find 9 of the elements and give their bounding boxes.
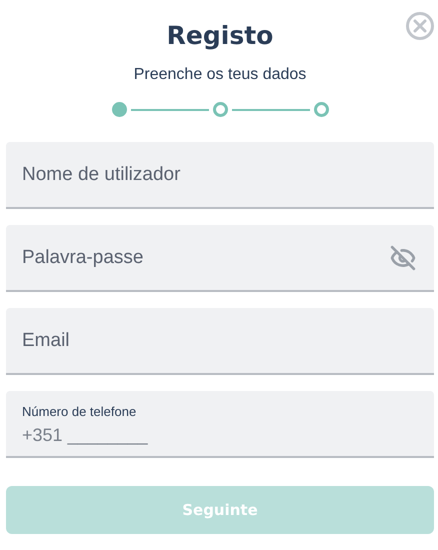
eye-off-icon[interactable]	[390, 245, 416, 271]
password-field[interactable]: Palavra-passe	[6, 225, 434, 292]
input-field[interactable]: Email	[6, 308, 434, 375]
subtitle: Preenche os teus dados	[132, 66, 308, 84]
close-button[interactable]	[406, 12, 434, 40]
close-icon	[413, 19, 427, 33]
field-label: Número de telefone	[22, 404, 136, 419]
page-title: Registo	[166, 20, 274, 52]
input-field[interactable]: Nome de utilizador	[6, 142, 434, 209]
